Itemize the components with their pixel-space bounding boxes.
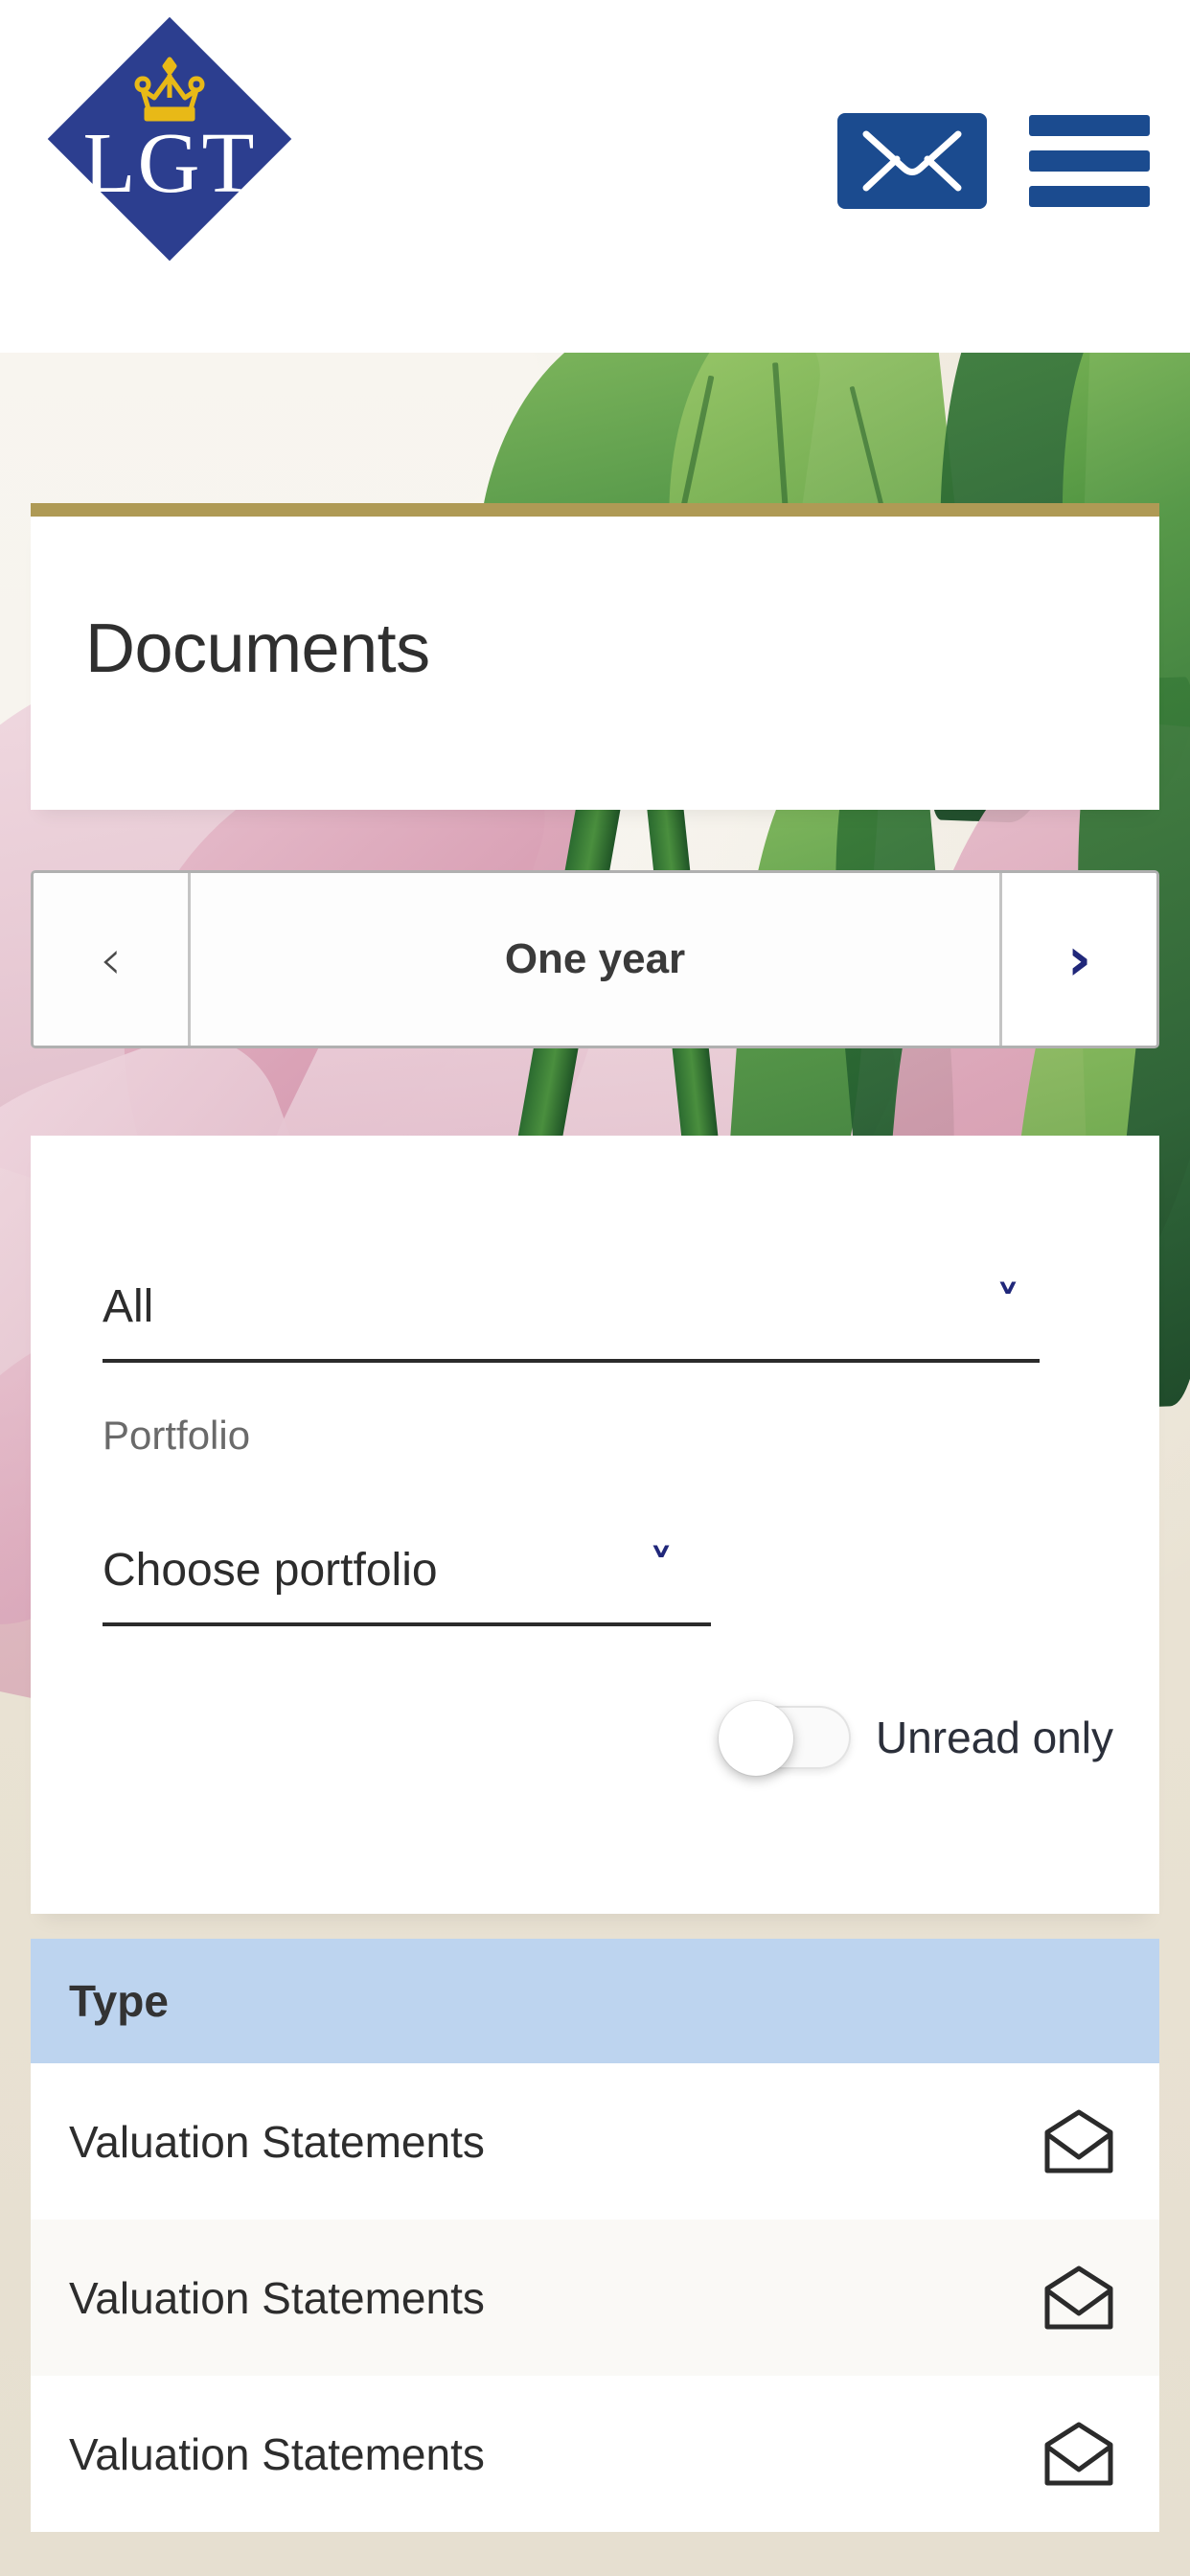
document-type: Valuation Statements <box>69 2116 485 2167</box>
unread-only-row: Unread only <box>718 1701 1113 1776</box>
menu-bar-3 <box>1029 186 1150 207</box>
chevron-down-icon: ˅ <box>995 1276 1020 1334</box>
period-selector: ‹ One year › <box>31 870 1159 1048</box>
page-title-card-body: Documents <box>31 517 1159 810</box>
app-header: LGT <box>0 0 1190 353</box>
period-label[interactable]: One year <box>191 873 999 1046</box>
unread-only-toggle[interactable] <box>718 1701 851 1776</box>
portfolio-select-underline <box>103 1622 711 1626</box>
filter-panel: All ˅ Portfolio Choose portfolio ˅ Unrea… <box>31 1136 1159 1914</box>
app-screen: LGT Documents ‹ One year › All ˅ Portfol… <box>0 0 1190 2576</box>
portfolio-label: Portfolio <box>103 1413 251 1458</box>
column-header-type: Type <box>69 1976 169 2026</box>
toggle-knob <box>718 1701 793 1776</box>
logo-wordmark: LGT <box>82 116 257 211</box>
documents-list: Type Valuation Statements Valuation Stat… <box>31 1939 1159 2532</box>
chevron-right-icon: › <box>1066 924 1092 994</box>
menu-bar-2 <box>1029 150 1150 172</box>
page-title-card: Documents <box>31 503 1159 810</box>
period-next-button[interactable]: › <box>999 873 1156 1046</box>
envelope-open-icon[interactable] <box>1042 2109 1115 2174</box>
unread-only-label: Unread only <box>875 1713 1113 1762</box>
portfolio-select[interactable]: Choose portfolio ˅ <box>103 1544 711 1626</box>
envelope-open-icon[interactable] <box>1042 2422 1115 2487</box>
category-select-value: All <box>103 1281 154 1332</box>
table-row[interactable]: Valuation Statements <box>31 2063 1159 2220</box>
header-actions <box>837 113 1150 209</box>
mail-button[interactable] <box>837 113 987 209</box>
chevron-left-icon: ‹ <box>99 927 123 992</box>
page-title: Documents <box>85 610 430 687</box>
period-previous-button[interactable]: ‹ <box>34 873 191 1046</box>
crown-icon <box>134 57 205 122</box>
table-row[interactable]: Valuation Statements <box>31 2376 1159 2532</box>
portfolio-select-value: Choose portfolio <box>103 1545 438 1596</box>
envelope-icon <box>862 130 962 192</box>
list-column-header: Type <box>31 1939 1159 2063</box>
lgt-logo[interactable]: LGT <box>36 6 303 272</box>
category-select[interactable]: All ˅ <box>103 1280 1061 1363</box>
envelope-open-icon[interactable] <box>1042 2266 1115 2331</box>
chevron-down-icon: ˅ <box>649 1540 674 1598</box>
gold-accent-bar <box>31 503 1159 517</box>
category-select-underline <box>103 1359 1040 1363</box>
document-type: Valuation Statements <box>69 2272 485 2323</box>
table-row[interactable]: Valuation Statements <box>31 2220 1159 2376</box>
document-type: Valuation Statements <box>69 2428 485 2479</box>
hamburger-menu-button[interactable] <box>1029 115 1150 207</box>
menu-bar-1 <box>1029 115 1150 136</box>
